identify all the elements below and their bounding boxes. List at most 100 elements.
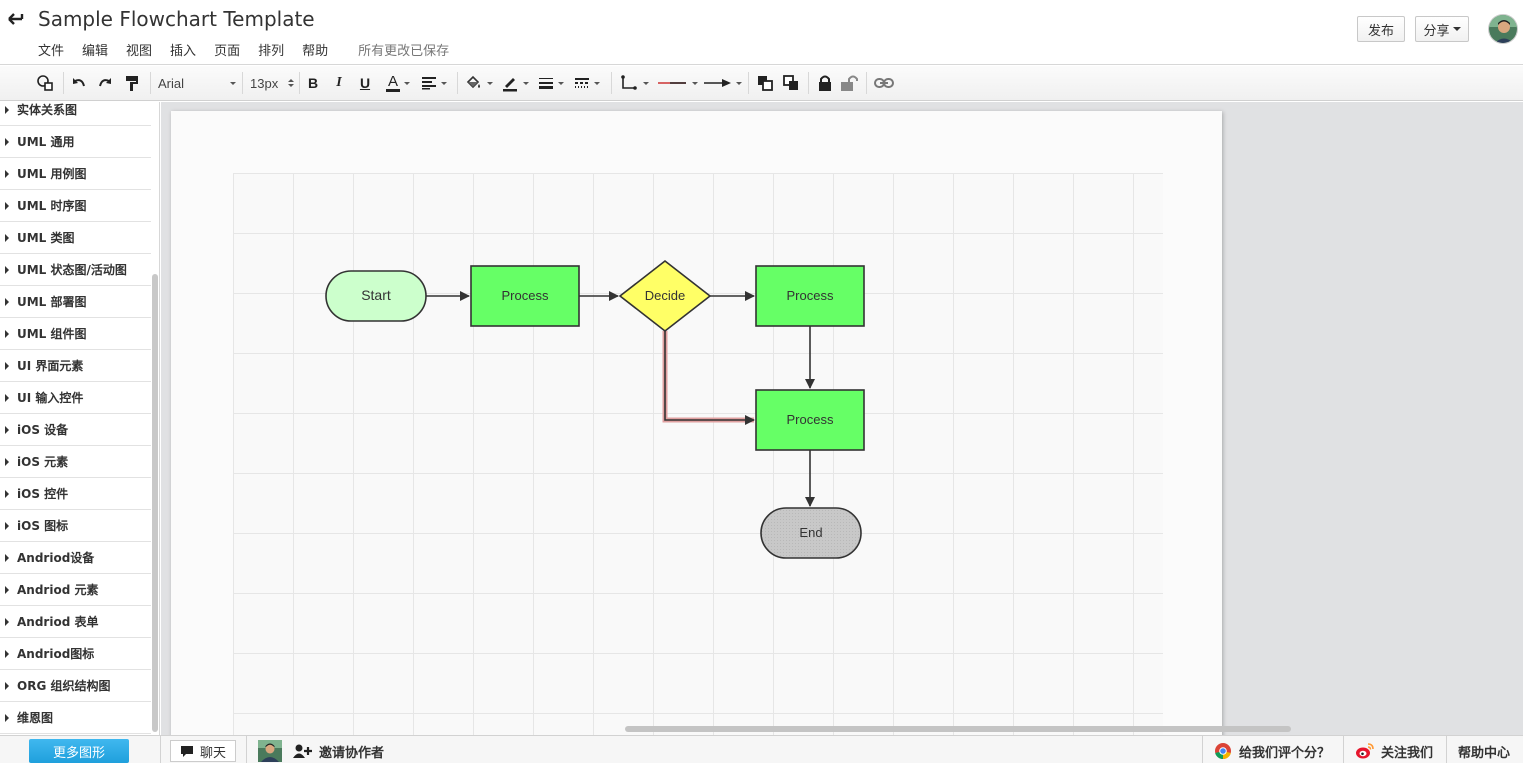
shape-category-label: iOS 控件 xyxy=(17,487,69,501)
more-shapes-button[interactable]: 更多图形 xyxy=(29,739,129,763)
shape-category-label: UML 部署图 xyxy=(17,295,87,309)
flowchart-node-process3[interactable]: Process xyxy=(755,389,865,451)
shape-category-label: UML 状态图/活动图 xyxy=(17,263,127,277)
shape-category-item[interactable]: UML 用例图 xyxy=(0,158,151,190)
publish-label: 发布 xyxy=(1367,23,1394,39)
undo-button[interactable] xyxy=(68,71,90,95)
canvas-page[interactable]: Start Process Decide Process Process End xyxy=(171,111,1222,735)
follow-us-label: 关注我们 xyxy=(1381,745,1434,761)
chevron-down-icon xyxy=(692,81,698,85)
menu-file[interactable]: 文件 xyxy=(38,40,64,59)
invite-collaborator-button[interactable]: 邀请协作者 xyxy=(293,740,384,762)
menu-arrange[interactable]: 排列 xyxy=(258,40,284,59)
shape-category-item[interactable]: Andriod 表单 xyxy=(0,606,151,638)
chevron-down-icon xyxy=(230,81,236,85)
shape-category-label: iOS 设备 xyxy=(17,423,69,437)
node-label: Decide xyxy=(645,288,685,303)
start-arrow-button[interactable] xyxy=(656,71,698,95)
underline-button[interactable]: U xyxy=(356,71,374,95)
sidebar-scrollbar[interactable] xyxy=(152,274,158,732)
shape-category-item[interactable]: iOS 控件 xyxy=(0,478,151,510)
shape-category-item[interactable]: UML 状态图/活动图 xyxy=(0,254,151,286)
node-label: Process xyxy=(787,288,834,303)
redo-icon xyxy=(99,78,111,87)
shape-search-button[interactable] xyxy=(33,71,57,95)
rate-us-link[interactable]: 给我们评个分？ xyxy=(1214,740,1330,762)
menu-view[interactable]: 视图 xyxy=(126,40,152,59)
help-center-link[interactable]: 帮助中心 xyxy=(1458,740,1510,762)
lock-button[interactable] xyxy=(814,71,836,95)
bring-to-front-button[interactable] xyxy=(754,71,776,95)
expand-arrow-icon xyxy=(5,201,9,210)
flowchart-node-end[interactable]: End xyxy=(760,507,862,559)
horizontal-scrollbar[interactable] xyxy=(625,726,1291,732)
expand-arrow-icon xyxy=(5,617,9,626)
link-button[interactable] xyxy=(872,71,896,95)
stepper-arrows-icon xyxy=(288,79,294,87)
shape-category-item[interactable]: UI 输入控件 xyxy=(0,382,151,414)
shape-category-label: Andriod设备 xyxy=(17,551,95,565)
shape-category-label: UML 组件图 xyxy=(17,327,87,341)
send-to-back-button[interactable] xyxy=(780,71,802,95)
line-style-button[interactable] xyxy=(571,71,603,95)
connector-type-button[interactable] xyxy=(617,71,651,95)
fill-color-icon xyxy=(466,75,480,89)
unlock-button[interactable] xyxy=(838,71,860,95)
document-title[interactable]: Sample Flowchart Template xyxy=(38,7,315,31)
menu-insert[interactable]: 插入 xyxy=(170,40,196,59)
shape-category-item[interactable]: iOS 元素 xyxy=(0,446,151,478)
line-color-button[interactable] xyxy=(499,71,531,95)
text-align-button[interactable] xyxy=(418,71,450,95)
font-color-button[interactable]: A xyxy=(382,71,414,95)
shape-category-item[interactable]: Andriod设备 xyxy=(0,542,151,574)
help-center-label: 帮助中心 xyxy=(1458,745,1511,761)
shape-category-item[interactable]: Andriod 元素 xyxy=(0,574,151,606)
shape-category-item[interactable]: UML 时序图 xyxy=(0,190,151,222)
menu-page[interactable]: 页面 xyxy=(214,40,240,59)
expand-arrow-icon xyxy=(5,233,9,242)
share-button[interactable]: 分享 xyxy=(1415,16,1469,42)
font-family-value: Arial xyxy=(158,75,185,91)
shape-category-item[interactable]: UML 类图 xyxy=(0,222,151,254)
shape-category-item[interactable]: UML 部署图 xyxy=(0,286,151,318)
format-painter-button[interactable] xyxy=(121,71,143,95)
shape-category-item[interactable]: ORG 组织结构图 xyxy=(0,670,151,702)
flowchart-node-process1[interactable]: Process xyxy=(470,265,580,327)
connector-decide-to-process3[interactable] xyxy=(662,331,755,425)
flowchart-node-start[interactable]: Start xyxy=(325,270,427,322)
shape-category-item[interactable]: iOS 设备 xyxy=(0,414,151,446)
line-width-button[interactable] xyxy=(535,71,567,95)
end-arrow-button[interactable] xyxy=(702,71,742,95)
shape-category-item[interactable]: 实体关系图 xyxy=(0,102,151,126)
shape-category-label: UI 输入控件 xyxy=(17,391,84,405)
chat-button[interactable]: 聊天 xyxy=(170,740,236,762)
font-family-select[interactable]: Arial xyxy=(158,71,236,95)
node-label: End xyxy=(799,525,822,540)
back-arrow-icon[interactable] xyxy=(6,9,26,29)
shape-category-item[interactable]: Andriod图标 xyxy=(0,638,151,670)
redo-button[interactable] xyxy=(94,71,116,95)
publish-button[interactable]: 发布 xyxy=(1357,16,1405,42)
shape-category-item[interactable]: UI 界面元素 xyxy=(0,350,151,382)
fill-color-button[interactable] xyxy=(463,71,495,95)
flowchart-node-decide[interactable]: Decide xyxy=(618,259,712,333)
user-avatar[interactable] xyxy=(1488,14,1518,44)
bold-button[interactable]: B xyxy=(304,71,322,95)
menu-help[interactable]: 帮助 xyxy=(302,40,328,59)
shape-category-item[interactable]: 维恩图 xyxy=(0,702,151,734)
collaborator-avatar[interactable] xyxy=(258,740,282,762)
italic-button[interactable]: I xyxy=(330,71,348,95)
shape-category-label: iOS 元素 xyxy=(17,455,69,469)
follow-us-link[interactable]: 关注我们 xyxy=(1355,740,1433,762)
shape-category-item[interactable]: iOS 图标 xyxy=(0,510,151,542)
shape-category-label: UI 界面元素 xyxy=(17,359,84,373)
chevron-down-icon xyxy=(487,81,493,85)
shape-category-item[interactable]: UML 组件图 xyxy=(0,318,151,350)
menu-bar: 文件 编辑 视图 插入 页面 排列 帮助 所有更改已保存 xyxy=(38,40,449,59)
font-size-stepper[interactable]: 13px xyxy=(250,71,294,95)
shape-category-item[interactable]: UML 通用 xyxy=(0,126,151,158)
canvas-area[interactable]: Start Process Decide Process Process End xyxy=(161,102,1523,735)
chevron-down-icon xyxy=(523,81,529,85)
flowchart-node-process2[interactable]: Process xyxy=(755,265,865,327)
menu-edit[interactable]: 编辑 xyxy=(82,40,108,59)
